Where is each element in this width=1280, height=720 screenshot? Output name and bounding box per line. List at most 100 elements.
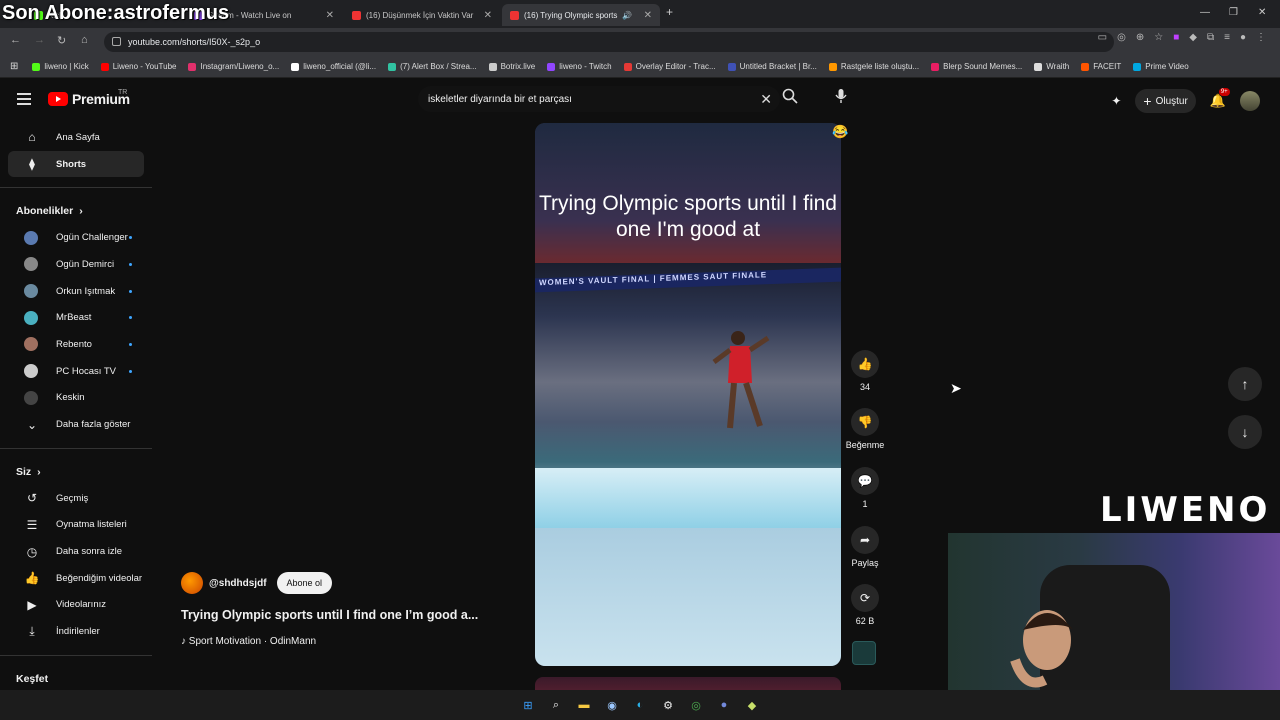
folder-icon[interactable]: ▬ bbox=[575, 696, 593, 714]
subscriptions-heading[interactable]: Abonelikler › bbox=[0, 198, 152, 224]
notifications-icon[interactable]: 🔔 9+ bbox=[1210, 88, 1230, 109]
eye-off-icon[interactable]: ◎ bbox=[1117, 32, 1126, 43]
new-tab-button[interactable]: + bbox=[666, 5, 673, 19]
subscribe-button[interactable]: Abone ol bbox=[276, 572, 333, 594]
bookmark[interactable]: Overlay Editor - Trac... bbox=[623, 62, 716, 71]
bookmark[interactable]: (7) Alert Box / Strea... bbox=[388, 62, 477, 71]
sidebar-item-downloads[interactable]: ⤓ İndirilenler bbox=[8, 618, 144, 645]
channel-avatar bbox=[24, 284, 38, 299]
video-title[interactable]: Trying Olympic sports until I find one I… bbox=[181, 608, 491, 622]
browser-tab-active[interactable]: (16) Trying Olympic sports 🔊 ✕ bbox=[502, 4, 660, 26]
minimize-icon[interactable]: — bbox=[1200, 7, 1210, 18]
zoom-icon[interactable]: ⊕ bbox=[1136, 32, 1144, 43]
browser-tab[interactable]: (16) Düşünmek İçin Vaktin Var ✕ bbox=[344, 4, 500, 26]
bookmark[interactable]: Wraith bbox=[1034, 62, 1069, 71]
speaker-icon[interactable]: 🔊 bbox=[622, 11, 632, 20]
extension-icon[interactable]: ■ bbox=[1173, 32, 1179, 43]
sidebar-item-subscription[interactable]: Keskin bbox=[8, 385, 144, 412]
discord-icon[interactable]: ● bbox=[715, 696, 733, 714]
previous-short-button[interactable]: ↑ bbox=[1228, 367, 1262, 401]
bookmark[interactable]: liweno_official (@li... bbox=[291, 62, 376, 71]
menu-icon[interactable]: ⋮ bbox=[1256, 32, 1266, 43]
channel-avatar[interactable] bbox=[181, 572, 203, 594]
clear-icon[interactable]: ✕ bbox=[760, 91, 772, 108]
site-info-icon[interactable] bbox=[112, 37, 121, 46]
bookmark[interactable]: Rastgele liste oluştu... bbox=[828, 62, 919, 71]
sidebar-item-watch-later[interactable]: ◷ Daha sonra izle bbox=[8, 538, 144, 565]
search-input[interactable]: iskeletler diyarında bir et parçası ✕ bbox=[418, 86, 780, 112]
channel-name[interactable]: @shdhdsjdf bbox=[209, 578, 267, 589]
sidebar-item-subscription[interactable]: Rebento bbox=[8, 331, 144, 358]
chrome-icon[interactable]: ◎ bbox=[687, 696, 705, 714]
forward-icon[interactable]: → bbox=[34, 34, 45, 46]
comments-button[interactable]: 💬 1 bbox=[845, 467, 885, 509]
back-icon[interactable]: ← bbox=[10, 34, 21, 46]
short-video-player[interactable]: Trying Olympic sports until I find one I… bbox=[535, 123, 841, 666]
maximize-icon[interactable]: ❐ bbox=[1229, 7, 1238, 18]
star-icon[interactable]: ☆ bbox=[1154, 32, 1163, 43]
dislike-button[interactable]: 👎 Beğenme bbox=[845, 408, 885, 450]
bookmark[interactable]: Instagram/Liweno_o... bbox=[188, 62, 279, 71]
sidebar-item-subscription[interactable]: Ogün Challenger bbox=[8, 224, 144, 251]
sidebar-item-liked-videos[interactable]: 👍 Beğendiğim videolar bbox=[8, 565, 144, 592]
sidebar-item-subscription[interactable]: MrBeast bbox=[8, 304, 144, 331]
sidebar-item-shorts[interactable]: ⧫ Shorts bbox=[8, 150, 144, 178]
sidebar-item-your-videos[interactable]: ▶ Videolarınız bbox=[8, 592, 144, 619]
remix-button[interactable]: ⟳ 62 B bbox=[845, 584, 885, 626]
close-icon[interactable]: ✕ bbox=[484, 10, 492, 21]
like-icon: 👍 bbox=[24, 571, 40, 586]
like-button[interactable]: 👍 34 bbox=[845, 350, 885, 392]
search-icon[interactable]: ⌕ bbox=[547, 696, 565, 714]
bookmark[interactable]: FACEIT bbox=[1081, 62, 1121, 71]
faceit-icon bbox=[1081, 62, 1090, 71]
apps-icon[interactable]: ⊞ bbox=[10, 61, 18, 72]
sound-link[interactable]: ♪ Sport Motivation · OdinMann bbox=[181, 636, 316, 647]
next-short-button[interactable]: ↓ bbox=[1228, 415, 1262, 449]
close-window-icon[interactable]: ✕ bbox=[1258, 7, 1266, 18]
url-field[interactable]: youtube.com/shorts/I50X-_s2p_o bbox=[104, 32, 1114, 52]
extension-icon[interactable]: ✦ bbox=[1111, 94, 1121, 108]
share-icon: ➦ bbox=[851, 526, 879, 554]
windows-start-icon[interactable]: ⊞ bbox=[519, 696, 537, 714]
bookmark[interactable]: Untitled Bracket | Br... bbox=[727, 62, 817, 71]
bookmark[interactable]: Blerp Sound Memes... bbox=[931, 62, 1022, 71]
sidebar-item-history[interactable]: ↺ Geçmiş bbox=[8, 485, 144, 512]
settings-icon[interactable]: ⚙ bbox=[659, 696, 677, 714]
media-icon[interactable]: ≡ bbox=[1224, 32, 1230, 43]
sidebar-item-home[interactable]: ⌂ Ana Sayfa bbox=[8, 124, 144, 151]
sound-thumbnail[interactable] bbox=[852, 641, 876, 665]
steam-icon[interactable]: ◉ bbox=[603, 696, 621, 714]
bookmark-label: liweno | Kick bbox=[44, 62, 89, 71]
edge-icon[interactable]: ◐ bbox=[631, 696, 649, 714]
sidebar-item-playlists[interactable]: ☰ Oynatma listeleri bbox=[8, 512, 144, 539]
app-icon[interactable]: ◆ bbox=[743, 696, 761, 714]
share-button[interactable]: ➦ Paylaş bbox=[845, 526, 885, 568]
create-button[interactable]: + Oluştur bbox=[1135, 89, 1196, 113]
sidebar-item-subscription[interactable]: PC Hocası TV bbox=[8, 358, 144, 385]
plus-icon: + bbox=[1143, 93, 1152, 109]
microphone-icon[interactable] bbox=[830, 88, 852, 110]
bookmark[interactable]: liweno | Kick bbox=[32, 62, 89, 71]
search-icon[interactable] bbox=[782, 88, 808, 110]
sidebar-item-subscription[interactable]: Ogün Demirci bbox=[8, 251, 144, 278]
reload-icon[interactable]: ↻ bbox=[57, 34, 66, 47]
youtube-logo[interactable]: Premium TR bbox=[48, 89, 130, 107]
sidebar-item-subscription[interactable]: Orkun Işıtmak bbox=[8, 278, 144, 305]
avatar[interactable] bbox=[1240, 91, 1260, 111]
show-more-button[interactable]: ⌄ Daha fazla göster bbox=[8, 411, 144, 438]
extension-icon[interactable]: ◆ bbox=[1189, 32, 1197, 43]
home-icon[interactable]: ⌂ bbox=[81, 34, 88, 46]
bookmark[interactable]: Prime Video bbox=[1133, 62, 1189, 71]
bookmark[interactable]: Botrix.live bbox=[488, 62, 535, 71]
bookmark[interactable]: Liweno - YouTube bbox=[100, 62, 176, 71]
profile-icon[interactable]: ● bbox=[1240, 32, 1246, 43]
close-icon[interactable]: ✕ bbox=[644, 10, 652, 21]
chevron-right-icon: › bbox=[79, 205, 83, 218]
puzzle-icon[interactable]: ⧉ bbox=[1207, 32, 1214, 43]
bookmark[interactable]: liweno - Twitch bbox=[547, 62, 612, 71]
close-icon[interactable]: ✕ bbox=[326, 10, 334, 21]
menu-icon[interactable] bbox=[17, 93, 31, 105]
cast-icon[interactable]: ▭ bbox=[1098, 32, 1107, 43]
you-heading[interactable]: Siz › bbox=[0, 459, 152, 485]
bookmark-label: Wraith bbox=[1046, 62, 1070, 71]
